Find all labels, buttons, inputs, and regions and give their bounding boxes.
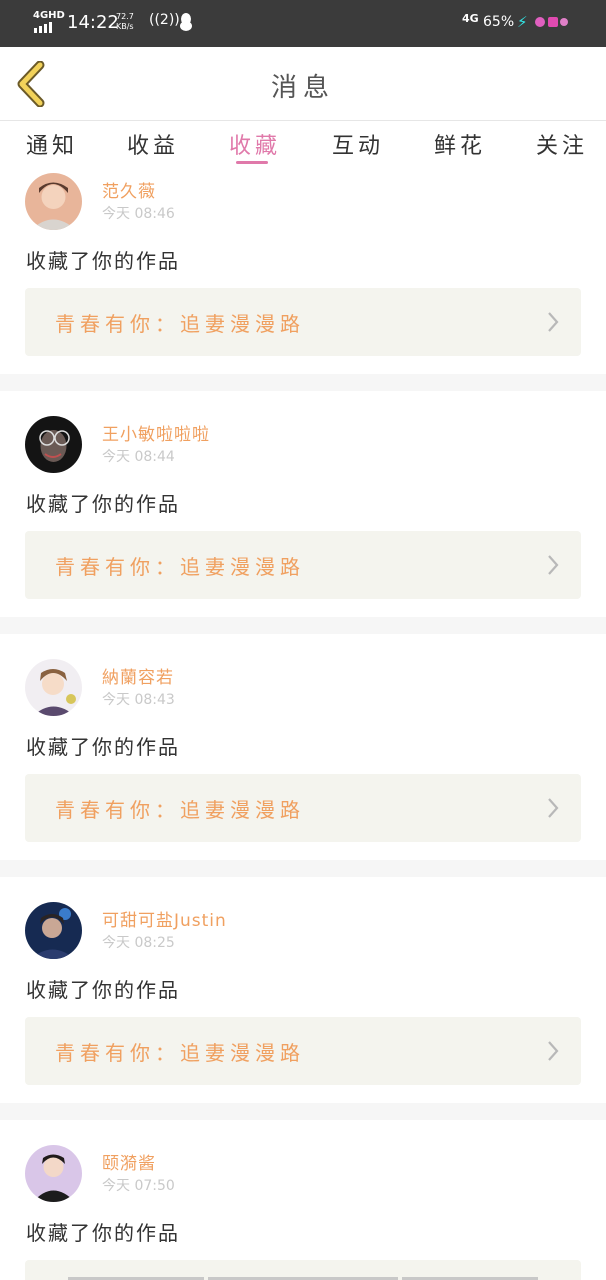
timestamp: 今天 07:50 — [102, 1178, 175, 1194]
hotspot-icon: ((2)) — [149, 12, 180, 28]
timestamp: 今天 08:46 — [102, 206, 175, 222]
action-text: 收藏了你的作品 — [26, 978, 180, 1002]
tab-following[interactable]: 关注 — [536, 128, 588, 160]
status-bar: 4GHD 14:22 72.7 KB/s ((2)) 4G 65% ⚡ — [0, 0, 606, 47]
tab-bar: 通知 收益 收藏 互动 鲜花 关注 — [0, 121, 606, 169]
mobile-data-icon: 4G — [462, 12, 479, 25]
qq-penguin-icon — [180, 13, 192, 31]
tab-notifications[interactable]: 通知 — [26, 128, 78, 160]
avatar[interactable] — [25, 902, 82, 959]
username[interactable]: 范久薇 — [102, 177, 156, 202]
work-link[interactable]: 青春有你：追妻漫漫路 — [25, 1017, 581, 1085]
divider — [0, 860, 606, 877]
list-item: 納蘭容若 今天 08:43 收藏了你的作品 青春有你：追妻漫漫路 — [0, 657, 606, 863]
chevron-right-icon — [548, 798, 559, 818]
charging-icon: ⚡ — [517, 13, 528, 31]
avatar[interactable] — [25, 659, 82, 716]
list-item: 王小敏啦啦啦 今天 08:44 收藏了你的作品 青春有你：追妻漫漫路 — [0, 414, 606, 620]
chevron-right-icon — [548, 1041, 559, 1061]
page-title: 消息 — [270, 73, 335, 103]
timestamp: 今天 08:43 — [102, 692, 175, 708]
chevron-right-icon — [548, 312, 559, 332]
divider — [0, 617, 606, 634]
username[interactable]: 颐漪酱 — [102, 1149, 156, 1174]
tab-earnings[interactable]: 收益 — [127, 128, 179, 160]
decoration-icon — [535, 17, 568, 27]
work-link[interactable]: 青春有你：追妻漫漫路 — [25, 531, 581, 599]
action-text: 收藏了你的作品 — [26, 492, 180, 516]
list-item: 颐漪酱 今天 07:50 收藏了你的作品 — [0, 1143, 606, 1280]
username[interactable]: 納蘭容若 — [102, 663, 174, 688]
action-text: 收藏了你的作品 — [26, 735, 180, 759]
username[interactable]: 王小敏啦啦啦 — [102, 420, 210, 445]
work-title: 青春有你：追妻漫漫路 — [55, 555, 305, 579]
tab-interactions[interactable]: 互动 — [332, 128, 384, 160]
divider — [0, 1103, 606, 1120]
work-title: 青春有你：追妻漫漫路 — [55, 1041, 305, 1065]
clock: 14:22 — [67, 12, 119, 33]
avatar[interactable] — [25, 416, 82, 473]
work-link[interactable]: 青春有你：追妻漫漫路 — [25, 288, 581, 356]
tab-favorites[interactable]: 收藏 — [229, 128, 281, 160]
list-item: 范久薇 今天 08:46 收藏了你的作品 青春有你：追妻漫漫路 — [0, 171, 606, 377]
avatar[interactable] — [25, 173, 82, 230]
active-tab-indicator — [236, 161, 268, 164]
signal-icon — [34, 22, 52, 33]
timestamp: 今天 08:44 — [102, 449, 175, 465]
net-speed: 72.7 KB/s — [116, 12, 134, 31]
work-title: 青春有你：追妻漫漫路 — [55, 798, 305, 822]
work-title: 青春有你：追妻漫漫路 — [55, 312, 305, 336]
list-item: 可甜可盐Justin 今天 08:25 收藏了你的作品 青春有你：追妻漫漫路 — [0, 900, 606, 1106]
tab-flowers[interactable]: 鲜花 — [434, 128, 486, 160]
work-link[interactable]: 青春有你：追妻漫漫路 — [25, 774, 581, 842]
action-text: 收藏了你的作品 — [26, 1221, 180, 1245]
action-text: 收藏了你的作品 — [26, 249, 180, 273]
username[interactable]: 可甜可盐Justin — [102, 906, 227, 931]
avatar[interactable] — [25, 1145, 82, 1202]
chevron-right-icon — [548, 555, 559, 575]
app-header: 消息 — [0, 47, 606, 121]
timestamp: 今天 08:25 — [102, 935, 175, 951]
battery-level: 65% — [483, 14, 515, 30]
divider — [0, 374, 606, 391]
network-type: 4GHD — [33, 10, 65, 21]
